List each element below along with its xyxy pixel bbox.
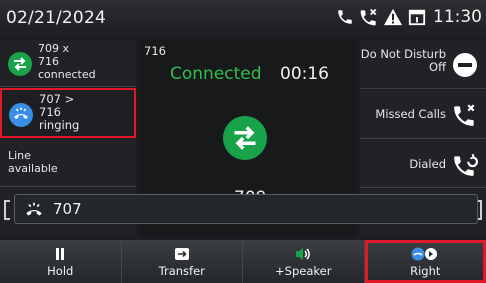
dnd-icon — [452, 52, 478, 78]
speaker-icon — [294, 246, 312, 262]
time-display: 11:30 — [433, 7, 482, 27]
warning-icon — [383, 6, 403, 28]
status-bar: 02/21/2024 11:30 — [0, 0, 486, 36]
calendar-icon — [407, 6, 427, 28]
transfer-arrows-icon — [8, 52, 32, 76]
dialed-icon — [452, 152, 478, 178]
call-duration: 00:16 — [280, 64, 329, 84]
line-key-2[interactable]: 707 > 716 ringing — [0, 88, 136, 138]
transfer-label: Transfer — [158, 263, 205, 278]
page-left-indicator — [4, 200, 10, 220]
line-key-1-text: 709 x 716 connected — [38, 42, 96, 81]
call-icon — [335, 6, 355, 28]
right-label: Right — [410, 263, 441, 278]
transfer-icon — [174, 246, 190, 262]
dnd-label: Do Not Disturb Off — [360, 47, 446, 74]
incoming-call-banner[interactable]: 707 — [14, 194, 478, 224]
missed-calls-icon — [452, 102, 478, 128]
call-state: Connected — [170, 64, 262, 84]
dnd-key[interactable]: Do Not Disturb Off — [360, 40, 486, 89]
switch-right-icon — [411, 246, 439, 262]
phone-screen: 02/21/2024 11:30 709 x 716 connected 707… — [0, 0, 486, 283]
transfer-softkey[interactable]: Transfer — [122, 240, 243, 283]
status-icons: 11:30 — [335, 6, 482, 28]
speaker-label: +Speaker — [275, 263, 332, 278]
speaker-softkey[interactable]: +Speaker — [243, 240, 365, 283]
line-key-2-text: 707 > 716 ringing — [39, 92, 80, 132]
transfer-arrows-icon — [223, 116, 267, 160]
softkey-bar: Hold Transfer +Speaker Right — [0, 240, 486, 283]
hold-softkey[interactable]: Hold — [0, 240, 122, 283]
line-key-1[interactable]: 709 x 716 connected — [0, 40, 136, 87]
pause-icon — [54, 246, 66, 262]
missed-call-icon — [359, 6, 379, 28]
missed-calls-label: Missed Calls — [375, 107, 446, 121]
dialed-key[interactable]: Dialed — [360, 140, 486, 188]
dialed-label: Dialed — [409, 157, 446, 171]
ringing-handset-icon — [9, 103, 33, 127]
line-key-3[interactable]: Line available — [0, 139, 136, 187]
hold-label: Hold — [47, 263, 74, 278]
date-display: 02/21/2024 — [6, 8, 106, 28]
missed-calls-key[interactable]: Missed Calls — [360, 90, 486, 139]
right-softkey[interactable]: Right — [364, 240, 486, 283]
line-number: 716 — [144, 44, 166, 58]
line-key-3-text: Line available — [8, 149, 58, 175]
ringing-handset-icon — [23, 200, 45, 220]
incoming-number: 707 — [53, 200, 82, 218]
